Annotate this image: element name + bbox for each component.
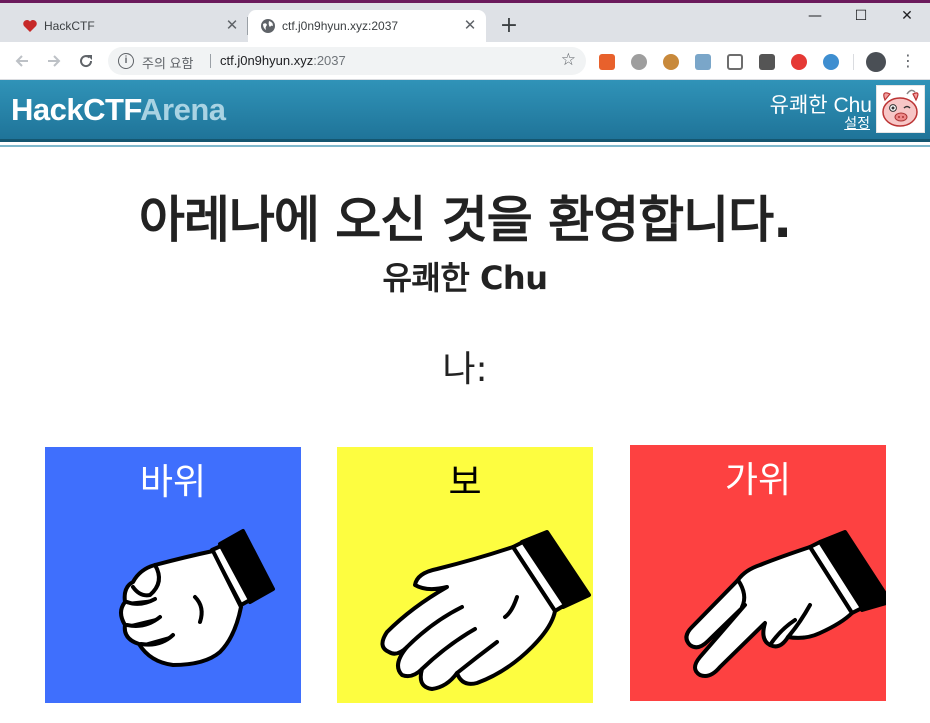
extension-cookie-icon[interactable] (663, 54, 679, 70)
choice-label: 가위 (724, 460, 792, 501)
browser-tab-strip: HackCTF ✕ ctf.j0n9hyun.xyz:2037 ✕ + — ☐ … (0, 0, 930, 42)
settings-link[interactable]: 설정 (844, 113, 870, 133)
choice-scissors-card[interactable]: 가위 (630, 445, 886, 701)
tab-hackctf[interactable]: HackCTF ✕ (10, 10, 248, 42)
tab-title: HackCTF (44, 19, 95, 33)
browser-toolbar: i 주의 요함 ctf.j0n9hyun.xyz:2037 ☆ ⋮ (0, 42, 930, 80)
site-header: HackCTFArena 유쾌한 Chu 설정 (0, 80, 930, 147)
window-top-border (0, 0, 930, 3)
close-window-button[interactable]: ✕ (884, 0, 930, 32)
minimize-button[interactable]: — (792, 0, 838, 32)
profile-avatar-icon[interactable] (866, 52, 886, 72)
forward-button[interactable] (42, 49, 66, 73)
header-underline (0, 145, 930, 147)
extension-window-icon[interactable] (727, 54, 743, 70)
close-tab-icon[interactable]: ✕ (460, 16, 480, 36)
extension-earth-icon[interactable] (823, 54, 839, 70)
globe-icon (261, 19, 275, 33)
player-name: 유쾌한 Chu (382, 259, 548, 297)
brand-secondary: Arena (140, 92, 226, 127)
heart-icon (23, 20, 37, 32)
omnibox-divider (210, 54, 211, 68)
choice-paper-card[interactable]: 보 (337, 447, 593, 703)
extension-block-icon[interactable] (791, 54, 807, 70)
url-host: ctf.j0n9hyun.xyz (220, 53, 314, 68)
arrow-left-icon (15, 55, 28, 67)
back-button[interactable] (10, 49, 34, 73)
my-choice-label: 나: (442, 349, 488, 390)
extension-camera-icon[interactable] (695, 54, 711, 70)
brand-primary: HackCTF (11, 92, 141, 127)
url-port: :2037 (313, 53, 346, 68)
choice-label: 바위 (139, 462, 207, 503)
choice-rock-card[interactable]: 바위 (45, 447, 301, 703)
tab-arena[interactable]: ctf.j0n9hyun.xyz:2037 ✕ (248, 10, 486, 42)
new-tab-button[interactable]: + (496, 14, 522, 40)
info-icon[interactable]: i (118, 53, 134, 69)
pig-face-icon (882, 89, 919, 127)
close-tab-icon[interactable]: ✕ (222, 16, 242, 36)
toolbar-separator (853, 54, 854, 70)
site-logo[interactable]: HackCTFArena (11, 92, 226, 128)
reload-button[interactable] (74, 49, 98, 73)
url-text: ctf.j0n9hyun.xyz:2037 (220, 53, 346, 68)
arrow-right-icon (48, 55, 61, 67)
security-warning: 주의 요함 (142, 56, 194, 71)
extension-ex-icon[interactable] (599, 54, 615, 70)
maximize-button[interactable]: ☐ (838, 0, 884, 32)
address-bar[interactable]: i 주의 요함 ctf.j0n9hyun.xyz:2037 ☆ (108, 47, 586, 75)
menu-kebab-icon[interactable]: ⋮ (900, 51, 916, 71)
extension-globe-icon[interactable] (631, 54, 647, 70)
tab-title: ctf.j0n9hyun.xyz:2037 (282, 19, 399, 33)
page-title: 아레나에 오신 것을 환영합니다. (138, 191, 792, 249)
reload-icon (80, 55, 93, 68)
choice-label: 보 (448, 462, 482, 503)
avatar[interactable] (876, 85, 925, 133)
extension-glasses-icon[interactable] (759, 54, 775, 70)
bookmark-star-icon[interactable]: ☆ (561, 50, 576, 70)
